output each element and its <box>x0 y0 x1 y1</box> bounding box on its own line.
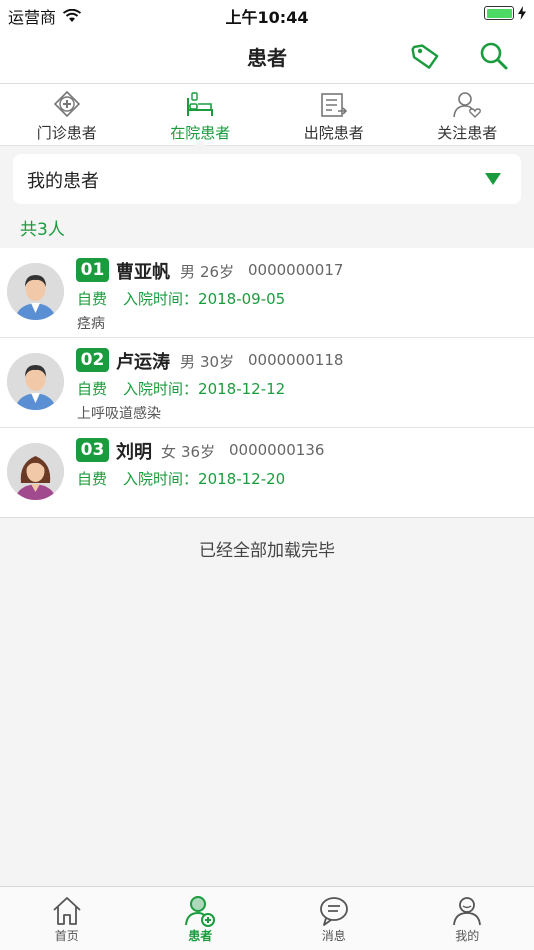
battery-indicator <box>484 6 526 20</box>
patient-id: 0000000136 <box>229 441 325 459</box>
male-avatar-icon <box>7 263 64 320</box>
fee-type: 自费 <box>77 380 108 398</box>
fee-type: 自费 <box>77 470 108 488</box>
status-time: 上午10:44 <box>225 8 309 27</box>
fee-type: 自费 <box>77 290 108 308</box>
search-icon[interactable] <box>478 40 510 72</box>
avatar <box>7 353 64 410</box>
patient-list: 01 曹亚帆 男 26岁 0000000017 自费 入院时间：2018-09-0… <box>0 248 534 518</box>
patient-id: 0000000118 <box>248 351 344 369</box>
message-icon <box>319 897 348 926</box>
tabbar-label: 我的 <box>455 929 480 943</box>
patient-id: 0000000017 <box>248 261 344 279</box>
patient-filter-dropdown[interactable]: 我的患者 <box>13 154 521 204</box>
patient-name: 曹亚帆 <box>116 262 170 283</box>
admit-date: 2018-09-05 <box>198 290 286 308</box>
patient-age: 30岁 <box>200 353 235 371</box>
outpatient-icon <box>53 90 80 118</box>
patient-admission-info: 自费 入院时间：2018-09-05 <box>77 288 285 309</box>
tabbar-label: 消息 <box>321 929 346 943</box>
patient-admission-info: 自费 入院时间：2018-12-20 <box>77 468 285 489</box>
tabbar-item-home[interactable]: 首页 <box>0 887 134 950</box>
patient-diagnosis: 上呼吸道感染 <box>77 406 161 422</box>
patient-age: 36岁 <box>181 443 216 461</box>
hospital-bed-icon <box>187 92 214 116</box>
admit-label: 入院时间： <box>123 470 199 488</box>
admit-date: 2018-12-12 <box>198 380 286 398</box>
charging-icon <box>518 6 526 20</box>
tab-label: 门诊患者 <box>36 124 97 142</box>
tabbar-item-patients[interactable]: 患者 <box>134 887 268 950</box>
profile-icon <box>453 897 482 926</box>
home-icon <box>53 897 81 925</box>
filter-selected-value: 我的患者 <box>27 171 99 192</box>
tab-inpatient[interactable]: 在院患者 <box>134 84 268 146</box>
admit-label: 入院时间： <box>123 290 199 308</box>
patient-number-badge: 01 <box>76 258 109 282</box>
tab-label: 在院患者 <box>170 124 231 142</box>
patient-gender: 男 <box>180 353 196 371</box>
patient-name: 卢运涛 <box>116 352 170 373</box>
patient-count: 共3人 <box>20 220 65 240</box>
status-bar: 运营商 上午10:44 <box>0 0 534 28</box>
tab-discharged[interactable]: 出院患者 <box>267 84 401 145</box>
patient-row[interactable]: 03 刘明 女 36岁 0000000136 自费 入院时间：2018-12-20 <box>0 428 534 518</box>
tab-outpatient[interactable]: 门诊患者 <box>0 84 134 145</box>
tabbar-label: 患者 <box>188 929 213 943</box>
tab-label: 出院患者 <box>303 124 364 142</box>
page-title: 患者 <box>247 46 287 70</box>
patient-gender: 女 <box>161 443 177 461</box>
tab-followed[interactable]: 关注患者 <box>401 84 534 145</box>
patient-admission-info: 自费 入院时间：2018-12-12 <box>77 378 285 399</box>
patient-name: 刘明 <box>116 442 152 463</box>
admit-date: 2018-12-20 <box>198 470 286 488</box>
patient-gender: 男 <box>180 263 196 281</box>
admit-label: 入院时间： <box>123 380 199 398</box>
avatar <box>7 263 64 320</box>
tab-label: 关注患者 <box>437 124 498 142</box>
nav-bar: 患者 <box>0 28 534 84</box>
patient-number-badge: 03 <box>76 438 109 462</box>
tabbar-item-messages[interactable]: 消息 <box>267 887 401 950</box>
tag-icon[interactable] <box>410 40 442 72</box>
male-avatar-icon <box>7 353 64 410</box>
tabbar-item-profile[interactable]: 我的 <box>401 887 534 950</box>
discharge-icon <box>320 93 347 117</box>
patient-diagnosis: 痉病 <box>77 316 105 332</box>
patient-age: 26岁 <box>200 263 235 281</box>
patient-row[interactable]: 01 曹亚帆 男 26岁 0000000017 自费 入院时间：2018-09-0… <box>0 248 534 338</box>
list-end-message: 已经全部加载完毕 <box>199 541 335 561</box>
follow-patient-icon <box>453 92 482 118</box>
battery-icon <box>484 6 514 20</box>
female-avatar-icon <box>7 443 64 500</box>
avatar <box>7 443 64 500</box>
patient-type-tabs: 门诊患者 在院患者 出院患者 关注患者 <box>0 84 534 146</box>
bottom-tab-bar: 首页 患者 消息 我的 <box>0 886 534 950</box>
patient-row[interactable]: 02 卢运涛 男 30岁 0000000118 自费 入院时间：2018-12-1… <box>0 338 534 428</box>
patient-icon <box>185 896 216 927</box>
tabbar-label: 首页 <box>54 929 79 943</box>
dropdown-arrow-icon <box>485 173 501 185</box>
patient-number-badge: 02 <box>76 348 109 372</box>
